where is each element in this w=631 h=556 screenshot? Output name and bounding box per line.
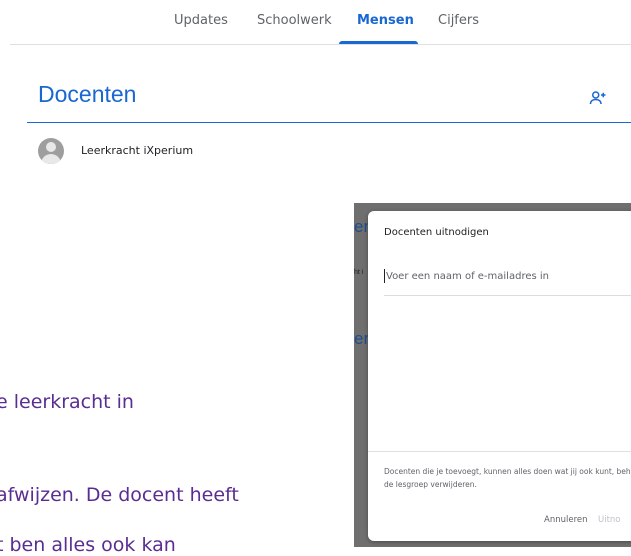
tab-bar: Updates Schoolwerk Mensen Cijfers <box>0 0 631 44</box>
text-cursor <box>384 269 385 283</box>
tab-divider <box>10 44 631 45</box>
instruction-text-line-2: afwijzen. De docent heeft <box>0 484 239 506</box>
teacher-search-input[interactable]: Voer een naam of e-mailadres in <box>384 259 631 296</box>
instruction-text-line-3: t ben alles ook kan <box>0 534 176 556</box>
invite-teachers-dialog: Docenten uitnodigen Voer een naam of e-m… <box>368 211 631 541</box>
tab-schoolwerk[interactable]: Schoolwerk <box>257 13 332 28</box>
section-divider <box>27 122 631 123</box>
cancel-button[interactable]: Annuleren <box>544 515 588 525</box>
invite-button[interactable]: Uitno <box>598 515 621 525</box>
background-text-fragment: ht i <box>354 269 364 276</box>
dialog-notice: Docenten die je toevoegt, kunnen alles d… <box>384 465 631 491</box>
teacher-name: Leerkracht iXperium <box>81 144 194 157</box>
invite-dialog-screenshot: en ht i er Docenten uitnodigen Voer een … <box>354 203 631 547</box>
avatar <box>38 138 64 164</box>
section-title: Docenten <box>38 81 137 107</box>
tab-cijfers[interactable]: Cijfers <box>438 13 479 28</box>
dialog-notice-line-1: Docenten die je toevoegt, kunnen alles d… <box>384 467 631 476</box>
dialog-notice-line-2: de lesgroep verwijderen. <box>384 480 477 489</box>
instruction-text-line-1: e leerkracht in <box>0 391 134 413</box>
input-placeholder: Voer een naam of e-mailadres in <box>386 271 549 282</box>
dialog-title: Docenten uitnodigen <box>384 227 489 238</box>
tab-mensen[interactable]: Mensen <box>357 13 414 28</box>
tab-updates[interactable]: Updates <box>174 13 228 28</box>
person-add-icon[interactable] <box>589 89 607 107</box>
background-heading-fragment-2: er <box>354 329 370 348</box>
dialog-divider <box>368 451 631 452</box>
